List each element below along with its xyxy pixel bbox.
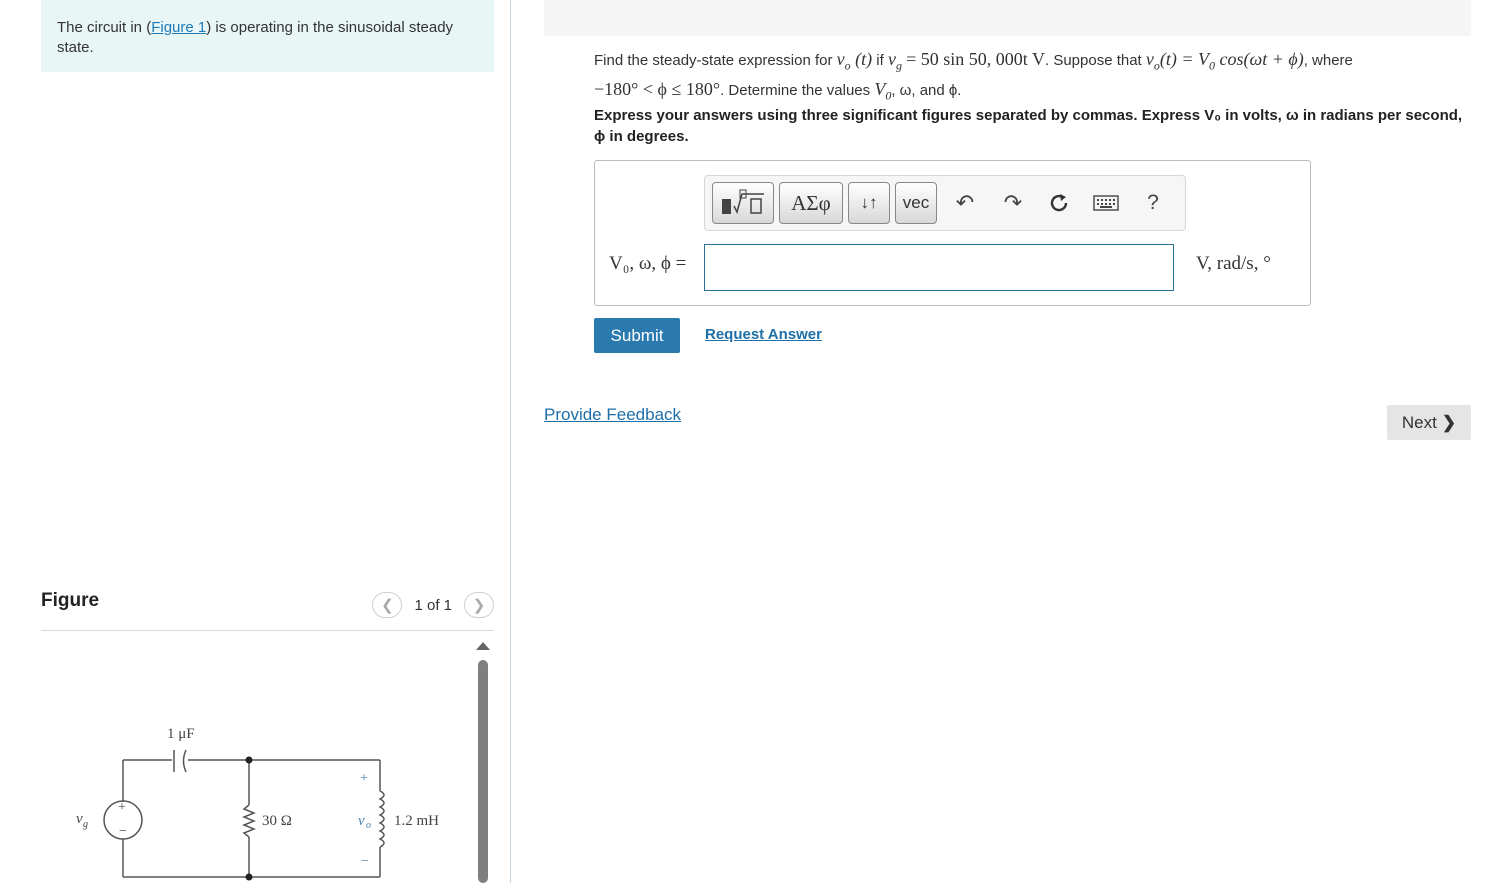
greek-button[interactable]: ΑΣφ: [779, 182, 843, 224]
vo-expression: vo(t) = V0 cos(ωt + ϕ): [1145, 49, 1304, 73]
source-plus: +: [118, 800, 126, 815]
node-bottom: [245, 873, 253, 881]
answer-label: V₀, ω, ϕ =: [609, 253, 687, 274]
q-text-3: . Suppose that: [1044, 52, 1146, 69]
chevron-left-icon: ❮: [381, 597, 394, 614]
reset-svg: [1050, 194, 1068, 212]
next-figure-button[interactable]: ❯: [464, 592, 494, 618]
help-icon[interactable]: ?: [1138, 188, 1168, 218]
circuit-svg: 1 μF + − v g 30 Ω + v o − 1.2 mH: [76, 726, 439, 881]
q-text-2: if: [872, 52, 888, 69]
q-text-4: , where: [1303, 52, 1353, 69]
prev-figure-button[interactable]: ❮: [372, 592, 403, 618]
vo-t-math: vo (t): [836, 49, 873, 73]
chevron-right-icon: ❯: [1441, 412, 1457, 432]
templates-icon: [722, 189, 764, 215]
q-text-6: , ω, and ϕ.: [891, 81, 962, 99]
redo-icon[interactable]: ↷: [998, 188, 1028, 218]
q-text-5: . Determine the values: [720, 81, 875, 99]
output-plus: +: [360, 771, 368, 786]
next-label: Next: [1401, 412, 1437, 432]
phi-range: −180° < ϕ ≤ 180°: [594, 78, 721, 99]
answer-panel: ΑΣφ ↓↑ vec ↶ ↷ ? V₀, ω, ϕ = V, rad/s, °: [594, 160, 1311, 306]
sub-sup-button[interactable]: ↓↑: [848, 182, 890, 224]
problem-intro: The circuit in (Figure 1) is operating i…: [41, 0, 494, 72]
request-answer-link[interactable]: Request Answer: [705, 326, 822, 343]
q-text-1: Find the steady-state expression for: [594, 52, 837, 69]
output-label: v: [358, 813, 365, 829]
scrollbar-thumb[interactable]: [478, 660, 488, 883]
values-math: V0: [874, 78, 892, 103]
part-header-bar: [544, 0, 1471, 36]
figure-pager: ❮ 1 of 1 ❯: [372, 592, 494, 618]
submit-button[interactable]: Submit: [594, 318, 680, 353]
source-label: v: [76, 811, 83, 827]
capacitor-label: 1 μF: [167, 726, 195, 742]
keyboard-svg: [1093, 195, 1119, 211]
pager-text: 1 of 1: [414, 596, 452, 614]
math-toolbar: ΑΣφ ↓↑ vec ↶ ↷ ?: [704, 175, 1186, 231]
provide-feedback-link[interactable]: Provide Feedback: [544, 405, 681, 425]
vg-expression: = 50 sin 50, 000t V: [906, 49, 1045, 69]
reset-icon[interactable]: [1044, 188, 1074, 218]
vector-button[interactable]: vec: [895, 182, 937, 224]
figure-link[interactable]: Figure 1: [151, 19, 206, 36]
next-button[interactable]: Next ❯: [1387, 405, 1471, 440]
source-minus: −: [119, 824, 127, 839]
output-minus: −: [361, 854, 369, 869]
keyboard-icon[interactable]: [1091, 188, 1121, 218]
inductor-label: 1.2 mH: [394, 813, 439, 829]
question-text: Find the steady-state expression for vo …: [594, 48, 1474, 107]
output-subscript: o: [366, 820, 371, 831]
answer-input[interactable]: [704, 244, 1174, 291]
resistor-label: 30 Ω: [262, 813, 292, 829]
figure-header: Figure ❮ 1 of 1 ❯: [41, 588, 494, 631]
answer-units: V, rad/s, °: [1196, 253, 1271, 274]
scroll-up-arrow[interactable]: [476, 642, 490, 650]
figure-title: Figure: [41, 590, 100, 611]
source-subscript: g: [83, 819, 88, 830]
intro-text-before: The circuit in (: [57, 19, 152, 36]
circuit-diagram: 1 μF + − v g 30 Ω + v o − 1.2 mH: [60, 715, 460, 888]
templates-button[interactable]: [712, 182, 774, 224]
chevron-right-icon: ❯: [472, 597, 486, 614]
answer-instructions: Express your answers using three signifi…: [594, 107, 1463, 145]
node-top: [245, 756, 253, 764]
column-divider: [510, 0, 511, 883]
vg-math: vg: [887, 49, 902, 73]
undo-icon[interactable]: ↶: [950, 188, 980, 218]
